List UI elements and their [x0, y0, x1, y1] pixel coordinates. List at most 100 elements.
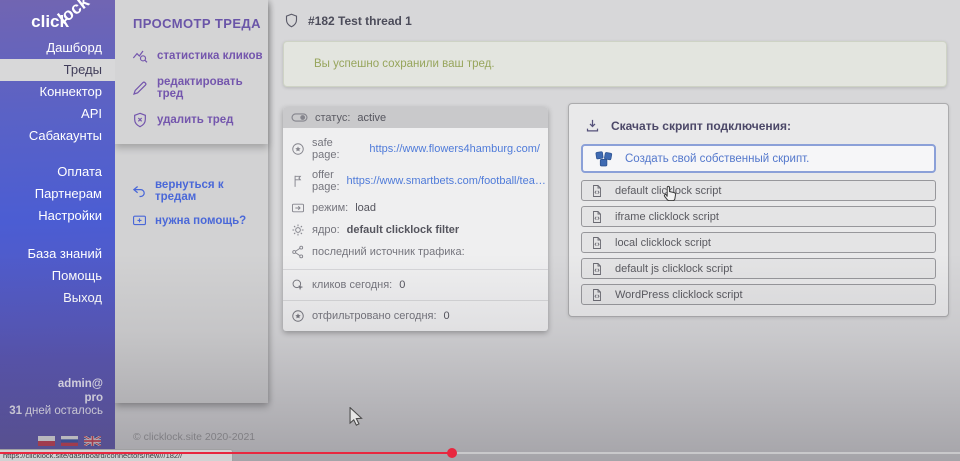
safe-page-row: safe page: https://www.flowers4hamburg.c… — [283, 133, 548, 165]
safe-page-link[interactable]: https://www.flowers4hamburg.com/ — [369, 143, 540, 155]
account-plan: pro — [9, 392, 103, 406]
edit-thread-action[interactable]: редактировать тред — [115, 70, 268, 106]
file-code-icon — [591, 210, 603, 224]
sidebar-item-knowledge-base[interactable]: База знаний — [0, 243, 115, 265]
shield-icon — [284, 12, 299, 29]
click-cursor-icon — [291, 278, 305, 292]
video-progress-played[interactable] — [0, 452, 449, 454]
create-script-label: Создать свой собственный скрипт. — [625, 153, 809, 165]
action-label: удалить тред — [157, 114, 233, 126]
counter-label: кликов сегодня: — [312, 279, 392, 291]
row-label: ядро: — [312, 224, 340, 236]
clicks-today-value: 0 — [399, 279, 405, 291]
download-scripts-card: Скачать скрипт подключения: Создать свой… — [568, 103, 949, 317]
scripts-card-header: Скачать скрипт подключения: — [581, 114, 936, 144]
counter-label: отфильтровано сегодня: — [312, 310, 437, 322]
sidebar-item-help[interactable]: Помощь — [0, 265, 115, 287]
toggle-icon — [291, 112, 308, 123]
status-label: статус: — [315, 112, 350, 124]
thread-title: #182 Test thread 1 — [308, 14, 412, 28]
shield-x-icon — [132, 112, 148, 128]
help-plus-icon — [132, 213, 147, 228]
script-label: local clicklock script — [615, 237, 711, 249]
badge-star-icon — [291, 142, 305, 156]
panel-links: вернуться к тредам нужна помощь? — [115, 174, 268, 233]
file-code-icon — [591, 236, 603, 250]
file-code-icon — [591, 184, 603, 198]
back-to-threads-link[interactable]: вернуться к тредам — [115, 174, 268, 208]
script-button-default-js[interactable]: default js clicklock script — [581, 258, 936, 279]
uk-flag-icon[interactable] — [84, 436, 101, 446]
delete-thread-action[interactable]: удалить тред — [115, 106, 268, 134]
account-info: admin@ pro 31 дней осталось — [9, 378, 103, 419]
mode-row: режим: load — [283, 197, 548, 219]
script-button-default[interactable]: default clicklock script — [581, 180, 936, 201]
script-button-iframe[interactable]: iframe clicklock script — [581, 206, 936, 227]
main-content: #182 Test thread 1 Вы успешно сохранили … — [268, 0, 960, 461]
success-alert: Вы успешно сохранили ваш тред. — [283, 41, 947, 87]
panel-title: ПРОСМОТР ТРЕДА — [115, 0, 268, 42]
sidebar-item-settings[interactable]: Настройки — [0, 205, 115, 227]
script-button-local[interactable]: local clicklock script — [581, 232, 936, 253]
days-number: 31 — [9, 405, 22, 417]
offer-page-row: offer page: https://www.smartbets.com/fo… — [283, 165, 548, 197]
script-label: default js clicklock script — [615, 263, 732, 275]
flag-icon — [291, 174, 305, 188]
row-label: safe page: — [312, 137, 362, 161]
share-icon — [291, 245, 305, 259]
row-label: offer page: — [312, 169, 340, 193]
need-help-link[interactable]: нужна помощь? — [115, 208, 268, 233]
filtered-today-value: 0 — [444, 310, 450, 322]
create-custom-script-button[interactable]: Создать свой собственный скрипт. — [581, 144, 936, 173]
thread-view-panel: ПРОСМОТР ТРЕДА статистика кликов редакти… — [115, 0, 268, 403]
download-icon — [585, 118, 600, 133]
action-label: статистика кликов — [157, 50, 263, 62]
mode-value: load — [355, 202, 376, 214]
russia-flag-icon[interactable] — [61, 436, 78, 446]
pencil-icon — [132, 80, 148, 96]
gear-icon — [291, 223, 305, 237]
sidebar-nav: Дашборд Треды Коннектор API Сабакаунты О… — [0, 37, 115, 309]
row-label: режим: — [312, 202, 348, 214]
days-text: дней осталось — [22, 405, 103, 417]
action-label: редактировать тред — [157, 76, 268, 100]
clicks-today-row: кликов сегодня: 0 — [283, 269, 548, 300]
clicklock-logo: clicklock — [31, 12, 103, 32]
script-label: WordPress clicklock script — [615, 289, 743, 301]
cubes-icon — [594, 150, 614, 168]
status-value: active — [357, 112, 386, 124]
status-header: статус: active — [283, 107, 548, 128]
badge-star-icon — [291, 309, 305, 323]
sidebar-item-connector[interactable]: Коннектор — [0, 81, 115, 103]
file-code-icon — [591, 288, 603, 302]
sidebar-item-dashboard[interactable]: Дашборд — [0, 37, 115, 59]
sidebar-item-payment[interactable]: Оплата — [0, 161, 115, 183]
language-switcher — [38, 436, 101, 446]
script-label: default clicklock script — [615, 185, 721, 197]
sidebar-item-subaccounts[interactable]: Сабакаунты — [0, 125, 115, 147]
sidebar-item-threads[interactable]: Треды — [0, 59, 115, 81]
thread-header: #182 Test thread 1 — [284, 12, 412, 29]
status-rows: safe page: https://www.flowers4hamburg.c… — [283, 128, 548, 269]
alert-text: Вы успешно сохранили ваш тред. — [314, 58, 495, 70]
sidebar-item-logout[interactable]: Выход — [0, 287, 115, 309]
file-code-icon — [591, 262, 603, 276]
sidebar: clicklock Дашборд Треды Коннектор API Са… — [0, 0, 115, 461]
sidebar-item-partners[interactable]: Партнерам — [0, 183, 115, 205]
core-value: default clicklock filter — [347, 224, 459, 236]
undo-arrow-icon — [132, 184, 147, 199]
video-progress-handle[interactable] — [447, 448, 457, 458]
poland-flag-icon[interactable] — [38, 436, 55, 446]
offer-page-link[interactable]: https://www.smartbets.com/football/tea… — [347, 175, 546, 187]
click-statistics-action[interactable]: статистика кликов — [115, 42, 268, 70]
filtered-today-row: отфильтровано сегодня: 0 — [283, 300, 548, 331]
script-button-wordpress[interactable]: WordPress clicklock script — [581, 284, 936, 305]
account-days-left: 31 дней осталось — [9, 405, 103, 419]
link-label: нужна помощь? — [155, 215, 246, 227]
video-progress-track[interactable] — [457, 452, 960, 454]
thread-view-menu: ПРОСМОТР ТРЕДА статистика кликов редакти… — [115, 0, 268, 144]
browser-status-url: https://clicklock.site/dashboard/connect… — [0, 449, 233, 461]
thread-status-card: статус: active safe page: https://www.fl… — [283, 107, 548, 331]
row-label: последний источник трафика: — [312, 246, 465, 258]
sidebar-item-api[interactable]: API — [0, 103, 115, 125]
